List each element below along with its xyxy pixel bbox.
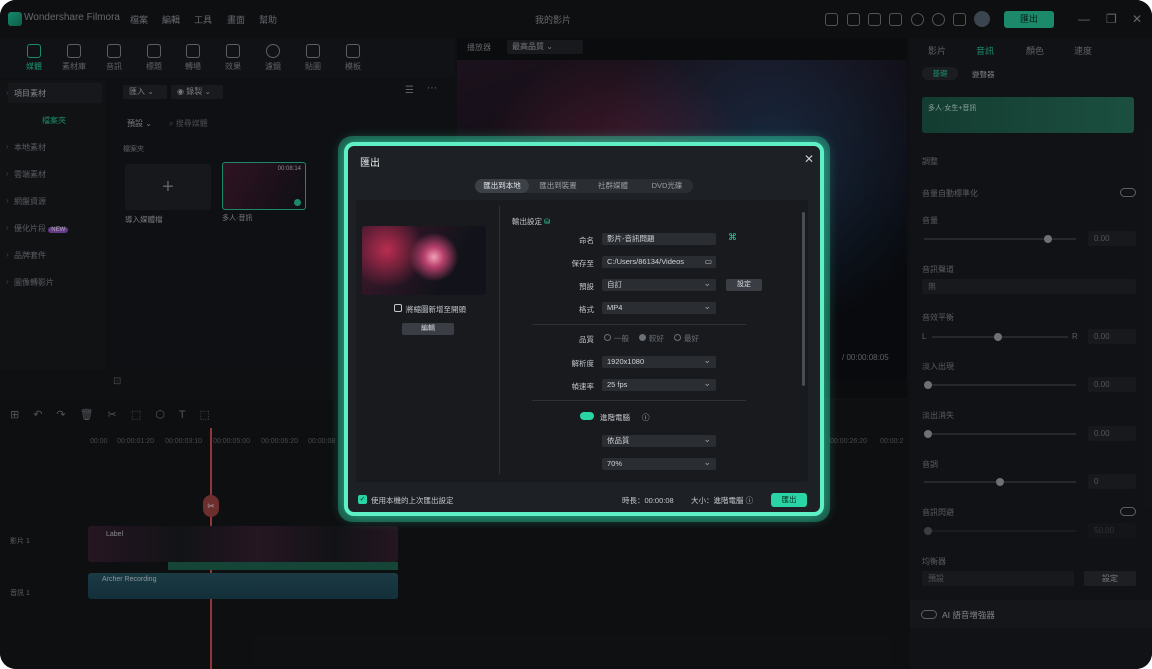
tab-export-social[interactable]: 社群媒體 (587, 179, 639, 193)
quality-radio-best[interactable] (674, 334, 681, 341)
export-dialog: 匯出 ✕ 匯出到本地 匯出到裝置 社群媒體 DVD光碟 將縮圖新增至開頭 編輯 … (344, 142, 824, 516)
tab-export-local[interactable]: 匯出到本地 (475, 179, 529, 193)
folder-icon[interactable]: ▭ (705, 256, 712, 268)
bitrate-dropdown[interactable]: 依品質 (602, 433, 716, 447)
save-to-label: 保存至 (571, 259, 595, 268)
quality-label: 品質 (579, 335, 594, 344)
quality-better-label: 較好 (649, 334, 664, 343)
export-thumbnail (362, 226, 486, 295)
resolution-dropdown[interactable]: 1920x1080 (602, 354, 716, 368)
save-path-input[interactable]: C:/Users/86134/Videos ▭ (602, 256, 716, 268)
separator (532, 324, 746, 325)
thumbnail-start-label: 將縮圖新增至開頭 (406, 305, 466, 314)
app-window: Wondershare Filmora 檔案 編輯 工具 畫面 幫助 我的影片 … (0, 0, 1152, 669)
quality-normal-label: 一般 (614, 334, 629, 343)
quality-radio-normal[interactable] (604, 334, 611, 341)
quality-radio-better[interactable] (639, 334, 646, 341)
resolution-label: 解析度 (571, 359, 595, 368)
advanced-toggle[interactable] (580, 412, 594, 420)
settings-scrollbar[interactable] (802, 212, 805, 386)
dialog-export-button[interactable]: 匯出 (771, 493, 807, 507)
close-icon[interactable]: ✕ (804, 152, 814, 166)
export-settings-area: 將縮圖新增至開頭 編輯 輸出設定 ⛁ 命名 影片-音訊問題 ⌘ 保存至 C:/U… (356, 200, 808, 482)
framerate-label: 幀速率 (571, 382, 595, 391)
framerate-dropdown[interactable]: 25 fps (602, 377, 716, 391)
preset-settings-button[interactable]: 設定 (726, 279, 762, 291)
percent-dropdown[interactable]: 70% (602, 456, 716, 470)
tab-export-device[interactable]: 匯出到裝置 (531, 179, 585, 193)
export-tabs: 匯出到本地 匯出到裝置 社群媒體 DVD光碟 (475, 179, 693, 193)
quality-best-label: 最好 (684, 334, 699, 343)
preset-dropdown[interactable]: 自訂 (602, 277, 716, 291)
thumbnail-start-checkbox[interactable] (394, 304, 402, 312)
preset-label: 預設 (579, 282, 594, 291)
format-dropdown[interactable]: MP4 (602, 300, 716, 314)
name-input[interactable]: 影片-音訊問題 (602, 233, 716, 245)
divider (499, 206, 500, 474)
remember-checkbox[interactable]: ✓ (358, 495, 367, 504)
dialog-title: 匯出 (360, 158, 380, 169)
database-icon[interactable]: ⛁ (544, 217, 550, 226)
format-label: 格式 (579, 305, 594, 314)
ai-name-icon[interactable]: ⌘ (728, 232, 737, 243)
separator (532, 400, 746, 401)
tab-export-dvd[interactable]: DVD光碟 (641, 179, 693, 193)
help-icon[interactable]: ⓘ (746, 496, 754, 505)
edit-thumbnail-button[interactable]: 編輯 (402, 323, 454, 335)
export-duration: 時長：00:00:08 (622, 496, 674, 505)
remember-label: 使用本機的上次匯出設定 (371, 496, 454, 505)
output-settings-label: 輸出設定 ⛁ (512, 217, 551, 226)
help-icon[interactable]: ⓘ (642, 412, 650, 423)
name-label: 命名 (579, 236, 594, 245)
export-size: 大小：進階電腦 ⓘ (691, 496, 754, 505)
advanced-label: 進階電腦 (600, 413, 630, 422)
